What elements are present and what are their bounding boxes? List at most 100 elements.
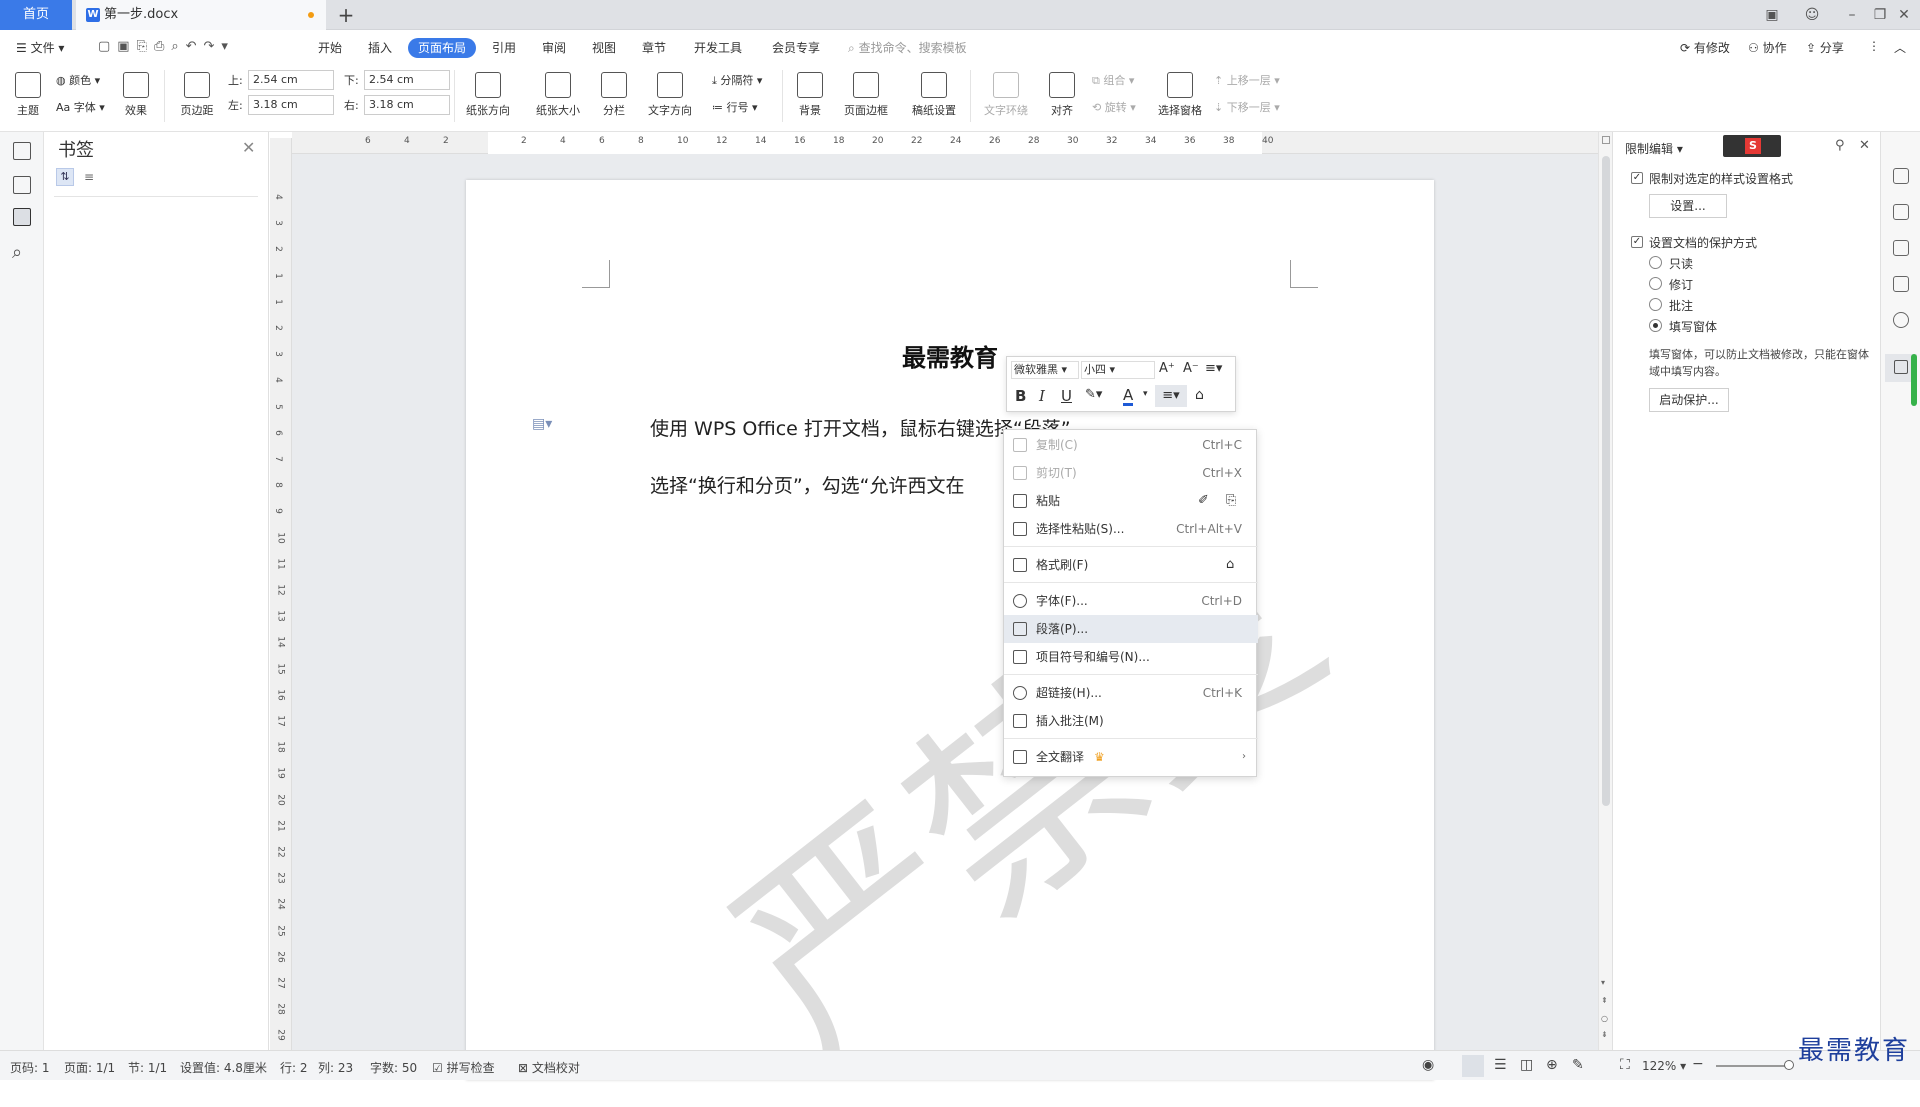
vertical-scrollbar[interactable]: ▾ ⇞ ○ ⇟ (1598, 132, 1612, 1050)
radio-comments[interactable] (1649, 298, 1662, 311)
send-backward-button[interactable]: ⇣ 下移一层 ▾ (1214, 99, 1280, 115)
shrink-font-icon[interactable]: A⁻ (1183, 361, 1199, 376)
pin-icon[interactable]: ⚲ (1835, 138, 1845, 153)
effect-button[interactable]: 效果 (118, 72, 154, 118)
status-setting-value[interactable]: 设置值: 4.8厘米 (180, 1059, 267, 1076)
scroll-ruler-toggle-icon[interactable] (1602, 136, 1610, 144)
rotate-button[interactable]: ⟲ 旋转 ▾ (1092, 99, 1136, 115)
collaborate-button[interactable]: ⚇ 协作 (1748, 39, 1787, 56)
page-border-button[interactable]: 页面边框 (838, 72, 894, 118)
file-menu[interactable]: ☰ 文件 ▾ (16, 39, 64, 56)
document-title[interactable]: 最需教育 (466, 338, 1434, 373)
columns-button[interactable]: 分栏 (594, 72, 634, 118)
theme-button[interactable]: 主题 (10, 72, 46, 118)
menu-item-format-painter[interactable]: 格式刷(F) ⌂ (1004, 551, 1258, 579)
menu-item-font[interactable]: 字体(F)... Ctrl+D (1004, 587, 1258, 615)
restrict-panel-title[interactable]: 限制编辑 ▾ (1625, 140, 1683, 157)
group-button[interactable]: ⧉ 组合 ▾ (1092, 72, 1134, 88)
spell-check-button[interactable]: ☑ 拼写检查 (432, 1059, 495, 1076)
menu-item-cut[interactable]: 剪切(T) Ctrl+X (1004, 459, 1258, 487)
status-column[interactable]: 列: 23 (318, 1059, 353, 1076)
menu-member[interactable]: 会员专享 (772, 39, 820, 56)
help-icon[interactable] (1893, 312, 1909, 328)
document-page[interactable]: 严禁复 最需教育 ▤▾ 使用 WPS Office 打开文档，鼠标右键选择“段落… (466, 180, 1434, 1098)
status-pages[interactable]: 页面: 1/1 (64, 1059, 115, 1076)
command-search[interactable]: ⌕ 查找命令、搜索模板 (848, 39, 967, 56)
orientation-button[interactable]: 纸张方向 (458, 72, 518, 118)
bold-button[interactable]: B (1015, 387, 1026, 405)
outline-view-icon[interactable]: ☰ (1494, 1057, 1507, 1073)
menu-item-bullets[interactable]: 项目符号和编号(N)... (1004, 643, 1258, 671)
menu-item-insert-comment[interactable]: 插入批注(M) (1004, 707, 1258, 735)
zoom-slider[interactable] (1716, 1065, 1786, 1067)
select-browse-object-icon[interactable]: ○ (1601, 1014, 1608, 1023)
highlight-icon[interactable]: ✎▾ (1085, 387, 1102, 402)
scroll-down-icon[interactable]: ▾ (1601, 978, 1605, 987)
window-layout-icon[interactable]: ▣ (1752, 0, 1792, 30)
text-direction-button[interactable]: 文字方向 (640, 72, 700, 118)
select-pane-button[interactable]: 选择窗格 (1154, 72, 1206, 118)
edit-pen-icon[interactable] (1893, 204, 1909, 220)
bring-forward-button[interactable]: ⇡ 上移一层 ▾ (1214, 72, 1280, 88)
italic-button[interactable]: I (1039, 387, 1045, 405)
close-window-button[interactable]: ✕ (1888, 0, 1920, 30)
scrollbar-thumb[interactable] (1602, 156, 1610, 806)
select-cursor-icon[interactable] (1893, 240, 1909, 256)
collapse-ribbon-icon[interactable]: ︿ (1894, 39, 1906, 56)
radio-read-only[interactable] (1649, 256, 1662, 269)
underline-button[interactable]: U (1061, 387, 1072, 405)
close-icon[interactable]: ✕ (242, 138, 255, 157)
radio-fill-forms[interactable] (1649, 319, 1662, 332)
previous-page-icon[interactable]: ⇞ (1601, 996, 1608, 1005)
start-protection-button[interactable]: 启动保护... (1649, 388, 1729, 412)
menu-page-layout[interactable]: 页面布局 (408, 38, 476, 58)
menu-references[interactable]: 引用 (492, 39, 516, 56)
font-color-button[interactable]: A (1123, 387, 1134, 406)
menu-item-hyperlink[interactable]: 超链接(H)... Ctrl+K (1004, 679, 1258, 707)
line-numbers-button[interactable]: ≔ 行号 ▾ (712, 99, 758, 115)
status-row[interactable]: 行: 2 (280, 1059, 308, 1076)
margin-left-field[interactable]: 3.18 cm (248, 95, 334, 115)
paragraph-mark-icon[interactable]: ▤▾ (532, 416, 552, 432)
status-word-count[interactable]: 字数: 50 (370, 1059, 417, 1076)
align-dropdown-icon[interactable]: ≡▾ (1155, 385, 1187, 407)
font-size-select[interactable]: 小四 ▾ (1081, 361, 1155, 379)
margins-button[interactable]: 页边距 (172, 72, 222, 118)
align-button[interactable]: 对齐 (1042, 72, 1082, 118)
paste-keep-format-icon[interactable]: ✐ (1198, 487, 1209, 515)
color-button[interactable]: ◍ 颜色 ▾ (56, 72, 100, 88)
menu-section[interactable]: 章节 (642, 39, 666, 56)
find-icon[interactable]: ⌕ (12, 242, 22, 263)
margin-top-field[interactable]: 2.54 cm (248, 70, 334, 90)
page-view-icon[interactable] (1462, 1055, 1484, 1077)
background-button[interactable]: 背景 (790, 72, 830, 118)
limit-format-checkbox[interactable]: ✓ (1631, 172, 1643, 184)
avatar[interactable]: ☺ (1792, 0, 1832, 30)
format-painter-icon[interactable]: ⌂ (1195, 387, 1204, 403)
menu-review[interactable]: 审阅 (542, 39, 566, 56)
vertical-ruler[interactable]: 4 3 2 1 1 2 3 4 5 6 7 8 9 10 11 12 13 14 15 16 17 18 19 20 21 22 2… (270, 138, 292, 1050)
grow-font-icon[interactable]: A⁺ (1159, 361, 1175, 376)
radio-track-changes[interactable] (1649, 277, 1662, 290)
zoom-slider-thumb[interactable] (1784, 1060, 1794, 1070)
close-icon[interactable]: ✕ (1859, 138, 1870, 153)
reading-view-icon[interactable]: ◫ (1520, 1057, 1533, 1073)
new-tab-button[interactable]: + (334, 3, 358, 27)
bookmark-icon[interactable] (13, 208, 31, 226)
paper-size-button[interactable]: 纸张大小 (528, 72, 588, 118)
zoom-out-icon[interactable]: − (1692, 1056, 1704, 1072)
menu-developer[interactable]: 开发工具 (694, 39, 742, 56)
menu-item-translate[interactable]: 全文翻译 ♛ › (1004, 743, 1258, 771)
format-painter-lock-icon[interactable]: ⌂ (1226, 551, 1234, 579)
horizontal-ruler[interactable]: 6 4 2 2 4 6 8 10 12 14 16 18 20 22 24 26 28 30 32 34 36 38 40 (292, 132, 1598, 154)
share-button[interactable]: ⇪ 分享 (1806, 39, 1844, 56)
tab-home[interactable]: 首页 (0, 0, 72, 30)
fit-page-icon[interactable]: ⛶ (1620, 1057, 1630, 1073)
font-theme-button[interactable]: Aa 字体 ▾ (56, 99, 105, 115)
protect-mode-checkbox[interactable]: ✓ (1631, 236, 1643, 248)
wrap-text-button[interactable]: 文字环绕 (976, 72, 1036, 118)
sort-by-position-icon[interactable]: ⇅ (56, 168, 74, 186)
document-paragraph-2[interactable]: 选择“换行和分页”，勾选“允许西文在 (650, 471, 965, 498)
eye-protection-icon[interactable]: ◉ (1422, 1057, 1434, 1073)
quick-access-toolbar[interactable]: ▢▣⎘⎙⌕↶↷▾ (98, 39, 235, 54)
